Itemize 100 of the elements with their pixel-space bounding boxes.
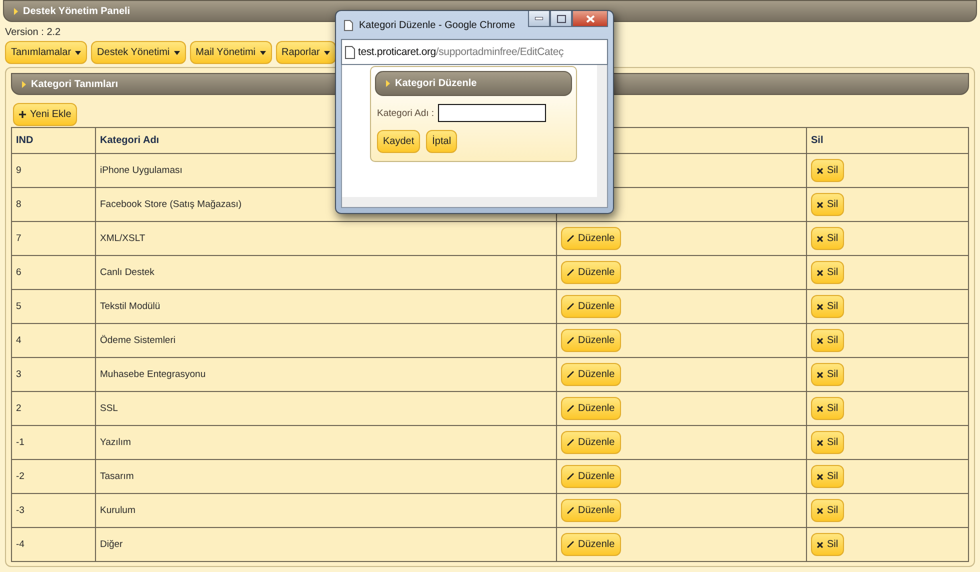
close-icon <box>817 168 823 174</box>
edit-button[interactable]: Düzenle <box>561 533 621 556</box>
close-icon <box>817 542 823 548</box>
edit-button[interactable]: Düzenle <box>561 329 621 352</box>
delete-button[interactable]: Sil <box>811 295 844 318</box>
triangle-icon <box>386 80 390 87</box>
table-cell: Tekstil Modülü <box>96 290 556 324</box>
address-bar[interactable]: test.proticaret.org/supportadminfree/EditCateç <box>341 39 608 65</box>
close-icon <box>817 270 823 276</box>
menu-button[interactable]: Destek Yönetimi <box>91 41 186 64</box>
close-icon <box>817 236 823 242</box>
page-icon <box>344 20 353 30</box>
input-field[interactable] <box>438 104 546 122</box>
column-header: Sil <box>806 128 968 154</box>
field-label: Kategori Adı : <box>377 108 434 118</box>
caret-icon <box>174 50 180 54</box>
edit-button[interactable]: Düzenle <box>561 295 621 318</box>
table-cell: XML/XSLT <box>96 222 556 256</box>
table-cell: 2 <box>12 392 96 426</box>
edit-button[interactable]: Düzenle <box>561 431 621 454</box>
minimize-button[interactable] <box>528 11 550 27</box>
table-cell: Yazılım <box>96 426 556 460</box>
table-cell: Muhasebe Entegrasyonu <box>96 358 556 392</box>
add-button[interactable]: Yeni Ekle <box>13 103 78 126</box>
table-cell: 9 <box>12 154 96 188</box>
form-title: Kategori Düzenle <box>395 78 477 89</box>
edit-button[interactable]: Düzenle <box>561 499 621 522</box>
caret-icon <box>324 50 330 54</box>
table-cell: Canlı Destek <box>96 256 556 290</box>
maximize-icon <box>556 14 566 22</box>
delete-button[interactable]: Sil <box>811 533 844 556</box>
close-icon <box>817 406 823 412</box>
pencil-icon <box>567 235 574 242</box>
table-cell: 8 <box>12 188 96 222</box>
plus-icon <box>19 111 26 118</box>
form-button[interactable]: Kaydet <box>377 130 420 153</box>
table-cell: Ödeme Sistemleri <box>96 324 556 358</box>
table-cell: 5 <box>12 290 96 324</box>
pencil-icon <box>567 405 574 412</box>
caret-icon <box>75 50 82 54</box>
table-cell: 7 <box>12 222 96 256</box>
close-icon <box>586 14 594 22</box>
table-cell: Tasarım <box>96 460 556 494</box>
pencil-icon <box>567 303 574 310</box>
close-icon <box>817 474 823 480</box>
menu-button[interactable]: Raporlar <box>276 41 336 64</box>
triangle-icon <box>14 8 18 14</box>
table-cell: Diğer <box>96 528 556 562</box>
table-cell: SSL <box>96 392 556 426</box>
close-icon <box>817 372 823 378</box>
edit-button[interactable]: Düzenle <box>561 261 621 284</box>
delete-button[interactable]: Sil <box>811 499 844 522</box>
menu-button[interactable]: Mail Yönetimi <box>190 41 272 64</box>
maximize-button[interactable] <box>550 11 572 27</box>
delete-button[interactable]: Sil <box>811 431 844 454</box>
delete-button[interactable]: Sil <box>811 397 844 420</box>
edit-button[interactable]: Düzenle <box>561 465 621 488</box>
close-icon <box>817 338 823 344</box>
delete-button[interactable]: Sil <box>811 227 844 250</box>
delete-button[interactable]: Sil <box>811 193 844 216</box>
window-title: Kategori Düzenle - Google Chrome <box>359 20 516 30</box>
column-header: IND <box>12 128 96 154</box>
delete-button[interactable]: Sil <box>811 465 844 488</box>
pencil-icon <box>567 439 574 446</box>
triangle-icon <box>22 80 26 88</box>
panel-title: Kategori Tanımları <box>31 78 118 90</box>
table-cell: -4 <box>12 528 96 562</box>
edit-button[interactable]: Düzenle <box>561 363 621 386</box>
close-icon <box>817 440 823 446</box>
table-cell: -3 <box>12 494 96 528</box>
edit-button[interactable]: Düzenle <box>561 227 621 250</box>
minimize-icon <box>535 17 543 20</box>
close-icon <box>817 202 823 208</box>
header-title: Destek Yönetim Paneli <box>23 6 130 16</box>
url-text: test.proticaret.org/supportadminfree/EditCateç <box>358 46 564 58</box>
menu-button[interactable]: Tanımlamalar <box>5 41 88 64</box>
version-text: Version : 2.2 <box>4 26 62 40</box>
edit-button[interactable]: Düzenle <box>561 397 621 420</box>
table-cell: Kurulum <box>96 494 556 528</box>
close-icon <box>817 304 823 310</box>
pencil-icon <box>567 337 574 344</box>
form-button[interactable]: İptal <box>426 130 458 153</box>
close-icon <box>817 508 823 514</box>
pencil-icon <box>567 473 574 480</box>
delete-button[interactable]: Sil <box>811 363 844 386</box>
table-cell: -1 <box>12 426 96 460</box>
table-cell: -2 <box>12 460 96 494</box>
page-icon <box>345 46 355 58</box>
table-cell: 4 <box>12 324 96 358</box>
close-button[interactable] <box>572 11 608 27</box>
delete-button[interactable]: Sil <box>811 329 844 352</box>
pencil-icon <box>567 269 574 276</box>
pencil-icon <box>567 541 574 548</box>
pencil-icon <box>567 507 574 514</box>
caret-icon <box>260 50 266 54</box>
pencil-icon <box>567 371 574 378</box>
delete-button[interactable]: Sil <box>811 261 844 284</box>
table-cell: 6 <box>12 256 96 290</box>
delete-button[interactable]: Sil <box>811 159 844 182</box>
table-cell: 3 <box>12 358 96 392</box>
